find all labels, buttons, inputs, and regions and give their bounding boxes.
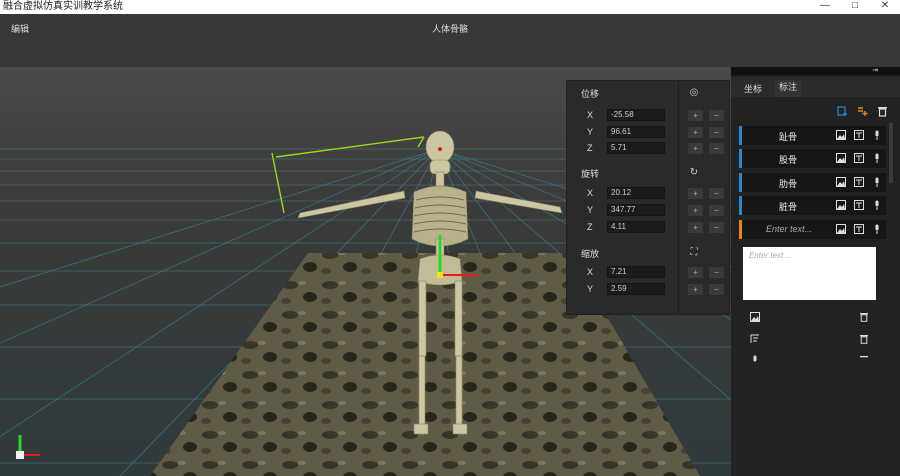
image-icon[interactable] (836, 130, 846, 140)
position-x-input[interactable]: -25.58 (607, 109, 665, 121)
rotation-y-plus[interactable]: + (688, 205, 703, 216)
part-label[interactable]: 肋骨 (765, 177, 811, 190)
position-x-minus[interactable]: − (709, 110, 724, 121)
position-x-plus[interactable]: + (688, 110, 703, 121)
position-z-plus[interactable]: + (688, 143, 703, 154)
tab-coordinates[interactable]: 坐标 (744, 82, 762, 95)
window-title: 融合虚拟仿真实训教学系统 (3, 1, 123, 12)
text-note-icon[interactable] (854, 200, 864, 210)
image-icon[interactable] (836, 153, 846, 163)
rotation-x-minus[interactable]: − (709, 188, 724, 199)
rotation-x-input[interactable]: 20.12 (607, 187, 665, 199)
scale-y-label: Y (587, 284, 594, 294)
scale-x-input[interactable]: 7.21 (607, 266, 665, 278)
part-row[interactable]: 股骨 (739, 149, 886, 168)
text-attachment-icon (750, 334, 759, 343)
rotation-z-label: Z (587, 222, 593, 232)
rotation-z-input[interactable]: 4.11 (607, 221, 665, 233)
selection-point (438, 147, 442, 151)
delete-icon[interactable] (859, 312, 869, 322)
rotation-title: 旋转 (581, 169, 600, 179)
edit-menu[interactable]: 编辑 (11, 22, 29, 35)
rotation-z-plus[interactable]: + (688, 222, 703, 233)
model-title: 人体骨骼 (432, 24, 469, 34)
scale-y-minus[interactable]: − (709, 284, 724, 295)
position-y-plus[interactable]: + (688, 127, 703, 138)
image-attachment-icon (750, 312, 760, 322)
audio-icon[interactable] (872, 200, 882, 210)
annotation-panel: ⇥ 坐标 标注 趾骨 股骨 肋骨 脏骨 Enter text... Enter … (731, 67, 900, 476)
add-group-icon[interactable] (857, 106, 868, 117)
rotation-y-label: Y (587, 205, 594, 215)
delete-icon[interactable] (859, 334, 869, 344)
maximize-button[interactable]: □ (840, 0, 870, 14)
scale-x-label: X (587, 267, 594, 277)
position-title: 位移 (581, 89, 600, 99)
rotation-z-minus[interactable]: − (709, 222, 724, 233)
image-icon[interactable] (836, 224, 846, 234)
panel-tabs: 坐标 标注 (731, 77, 900, 97)
audio-icon[interactable] (872, 153, 882, 163)
position-y-input[interactable]: 96.61 (607, 126, 665, 138)
text-note-icon[interactable] (854, 130, 864, 140)
part-row[interactable]: 脏骨 (739, 196, 886, 215)
position-x-label: X (587, 110, 594, 120)
part-row-new[interactable]: Enter text... (739, 220, 886, 239)
app-header: 编辑 人体骨骼 (0, 14, 900, 67)
collapse-panel-icon[interactable]: ⇥ (872, 66, 878, 74)
position-z-input[interactable]: 5.71 (607, 142, 665, 154)
part-row[interactable]: 肋骨 (739, 173, 886, 192)
tab-annotations[interactable]: 标注 (775, 80, 802, 97)
title-bar: 融合虚拟仿真实训教学系统 — □ ✕ (0, 0, 900, 14)
reset-scale-icon[interactable]: ⛶ (689, 248, 699, 258)
image-icon[interactable] (836, 200, 846, 210)
scale-y-plus[interactable]: + (688, 284, 703, 295)
part-name-input[interactable]: Enter text... (757, 224, 821, 234)
audio-icon[interactable] (872, 177, 882, 187)
reset-rotation-icon[interactable]: ↻ (689, 168, 699, 178)
delete-icon[interactable] (859, 355, 869, 365)
rotation-y-input[interactable]: 347.77 (607, 204, 665, 216)
scale-title: 缩放 (581, 249, 600, 259)
text-note-icon[interactable] (854, 153, 864, 163)
transform-panel: 位移 ◎ X -25.58 + − Y 96.61 + − Z 5.71 + −… (566, 80, 730, 315)
rotation-y-minus[interactable]: − (709, 205, 724, 216)
scale-y-input[interactable]: 2.59 (607, 283, 665, 295)
part-list-scrollbar[interactable] (889, 123, 893, 183)
minimize-button[interactable]: — (810, 0, 840, 14)
part-label[interactable]: 股骨 (765, 153, 811, 166)
reset-position-icon[interactable]: ◎ (689, 88, 699, 98)
rotation-x-plus[interactable]: + (688, 188, 703, 199)
close-button[interactable]: ✕ (870, 0, 900, 14)
part-label[interactable]: 脏骨 (765, 200, 811, 213)
image-icon[interactable] (836, 177, 846, 187)
audio-attachment-icon (753, 355, 757, 362)
delete-all-icon[interactable] (877, 106, 888, 117)
notes-textarea[interactable]: Enter text... (743, 247, 876, 300)
audio-icon[interactable] (872, 224, 882, 234)
position-z-minus[interactable]: − (709, 143, 724, 154)
rotation-x-label: X (587, 188, 594, 198)
text-note-icon[interactable] (854, 177, 864, 187)
position-y-label: Y (587, 127, 594, 137)
position-z-label: Z (587, 143, 593, 153)
add-annotation-icon[interactable] (837, 106, 848, 117)
position-y-minus[interactable]: − (709, 127, 724, 138)
part-row[interactable]: 趾骨 (739, 126, 886, 145)
scale-x-plus[interactable]: + (688, 267, 703, 278)
part-label[interactable]: 趾骨 (765, 130, 811, 143)
audio-icon[interactable] (872, 130, 882, 140)
text-note-icon[interactable] (854, 224, 864, 234)
scale-x-minus[interactable]: − (709, 267, 724, 278)
